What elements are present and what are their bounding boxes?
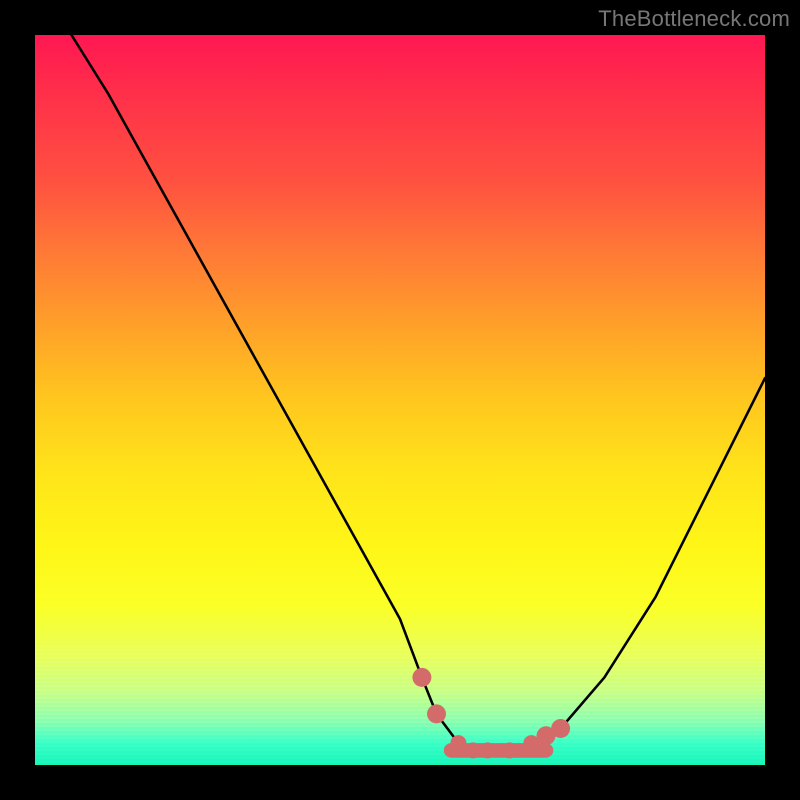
- gradient-bands: [35, 645, 765, 765]
- curve-marker: [465, 742, 481, 758]
- curve-marker: [523, 735, 539, 751]
- curve-marker: [412, 668, 431, 687]
- curve-markers: [412, 668, 570, 759]
- curve-marker: [480, 742, 496, 758]
- curve-marker: [450, 735, 466, 751]
- plot-area: [35, 35, 765, 765]
- chart-frame: TheBottleneck.com: [0, 0, 800, 800]
- curve-marker: [501, 742, 517, 758]
- watermark-text: TheBottleneck.com: [598, 6, 790, 32]
- bottleneck-curve: [72, 35, 766, 750]
- curve-marker: [537, 726, 556, 745]
- curve-svg: [35, 35, 765, 765]
- curve-marker: [551, 719, 570, 738]
- curve-marker: [427, 704, 446, 723]
